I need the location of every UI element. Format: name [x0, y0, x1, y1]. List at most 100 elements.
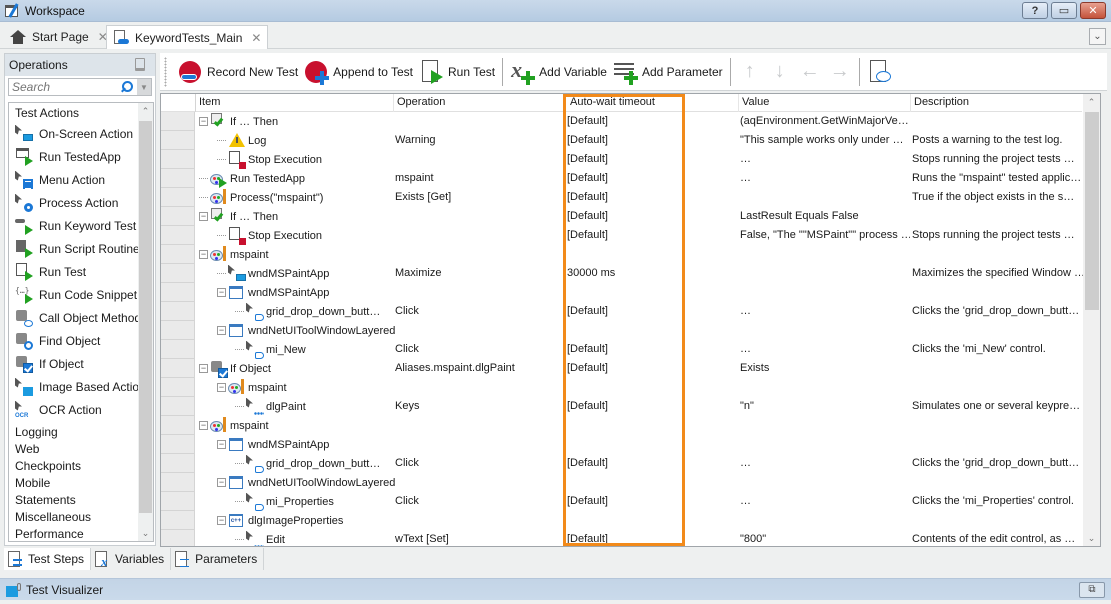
collapse-icon[interactable]: − [199, 212, 208, 221]
add-parameter-button[interactable]: Add Parameter [610, 57, 726, 87]
operation-cell[interactable] [395, 511, 560, 529]
auto-wait-timeout-cell[interactable]: 30000 ms [567, 264, 682, 282]
category-performance[interactable]: Performance [9, 525, 153, 541]
item-cell[interactable]: mi_Properties [235, 492, 334, 511]
operation-cell[interactable]: Click [395, 492, 560, 510]
operation-process-action[interactable]: Process Action [9, 191, 153, 214]
run-test-button[interactable]: Run Test [416, 57, 498, 87]
tab-keywordtests-main[interactable]: KeywordTests_Main ✕ [106, 25, 269, 49]
auto-wait-timeout-cell[interactable]: [Default] [567, 359, 682, 377]
table-row[interactable]: − mspaint [195, 245, 1082, 264]
tab-start-page[interactable]: Start Page ✕ [4, 25, 114, 49]
auto-wait-timeout-cell[interactable] [567, 321, 682, 339]
value-cell[interactable] [740, 188, 910, 206]
row-selector[interactable] [161, 207, 195, 226]
collapse-icon[interactable]: − [199, 117, 208, 126]
value-cell[interactable]: "This sample works only under … [740, 131, 910, 149]
auto-wait-timeout-cell[interactable]: [Default] [567, 226, 682, 244]
auto-wait-timeout-cell[interactable]: [Default] [567, 188, 682, 206]
description-cell[interactable]: Simulates one or several keypre… [912, 397, 1087, 415]
search-icon[interactable] [121, 81, 133, 93]
pin-icon[interactable] [135, 58, 145, 71]
row-selector[interactable] [161, 264, 195, 283]
row-selector[interactable] [161, 359, 195, 378]
value-cell[interactable] [740, 283, 910, 301]
value-cell[interactable] [740, 264, 910, 282]
operation-cell[interactable] [395, 112, 560, 130]
operation-run-testedapp[interactable]: Run TestedApp [9, 145, 153, 168]
add-variable-button[interactable]: x Add Variable [507, 57, 610, 87]
description-cell[interactable] [912, 321, 1087, 339]
table-row[interactable]: − wndMSPaintApp [195, 435, 1082, 454]
table-row[interactable]: grid_drop_down_butt… Click [Default]… Click… [195, 302, 1082, 321]
operation-cell[interactable] [395, 150, 560, 168]
table-row[interactable]: Process("mspaint") Exists [Get] [Default] T… [195, 188, 1082, 207]
move-left-icon[interactable]: ← [795, 60, 825, 83]
row-selector[interactable] [161, 416, 195, 435]
operation-on-screen-action[interactable]: On-Screen Action [9, 122, 153, 145]
value-cell[interactable]: LastResult Equals False [740, 207, 910, 225]
collapse-icon[interactable]: − [199, 250, 208, 259]
value-cell[interactable]: "n" [740, 397, 910, 415]
category-checkpoints[interactable]: Checkpoints [9, 457, 153, 474]
operation-if-object[interactable]: If Object [9, 352, 153, 375]
record-new-test-button[interactable]: Record New Test [175, 57, 301, 87]
tab-test-steps[interactable]: Test Steps [4, 548, 92, 570]
operation-run-script-routine[interactable]: Run Script Routine [9, 237, 153, 260]
item-cell[interactable]: Run TestedApp [199, 169, 305, 188]
auto-wait-timeout-cell[interactable]: [Default] [567, 131, 682, 149]
table-row[interactable]: − If Object Aliases.mspaint.dlgPaint [Defau… [195, 359, 1082, 378]
section-test-actions[interactable]: Test Actions [9, 103, 153, 122]
row-selector[interactable] [161, 188, 195, 207]
auto-wait-timeout-cell[interactable] [567, 283, 682, 301]
table-row[interactable]: − wndNetUIToolWindowLayered [195, 321, 1082, 340]
description-cell[interactable] [912, 511, 1087, 529]
item-cell[interactable]: − If … Then [199, 207, 278, 226]
value-cell[interactable]: Exists [740, 359, 910, 377]
description-cell[interactable] [912, 378, 1087, 396]
operation-image-based-action[interactable]: Image Based Action [9, 375, 153, 398]
value-cell[interactable] [740, 511, 910, 529]
value-cell[interactable] [740, 378, 910, 396]
description-cell[interactable]: True if the object exists in the s… [912, 188, 1087, 206]
description-cell[interactable] [912, 112, 1087, 130]
operation-cell[interactable]: Warning [395, 131, 560, 149]
scroll-up-icon[interactable]: ⌃ [1083, 94, 1100, 110]
table-row[interactable]: wndMSPaintApp Maximize 30000 ms Maximizes t… [195, 264, 1085, 283]
search-input[interactable] [9, 80, 119, 94]
item-cell[interactable]: − c++ dlgImageProperties [217, 511, 343, 530]
value-cell[interactable]: … [740, 492, 910, 510]
help-button[interactable]: ? [1022, 2, 1048, 19]
description-cell[interactable] [912, 473, 1087, 491]
auto-wait-timeout-cell[interactable]: [Default] [567, 150, 682, 168]
row-selector[interactable] [161, 378, 195, 397]
value-cell[interactable] [740, 321, 910, 339]
row-selector[interactable] [161, 112, 195, 131]
auto-wait-timeout-cell[interactable]: [Default] [567, 340, 682, 358]
item-cell[interactable]: − mspaint [199, 245, 269, 264]
tabs-dropdown-button[interactable]: ⌄ [1089, 28, 1106, 45]
collapse-icon[interactable]: − [217, 440, 226, 449]
operation-cell[interactable]: Exists [Get] [395, 188, 560, 206]
description-cell[interactable]: Maximizes the specified Window … [912, 264, 1087, 282]
auto-wait-timeout-cell[interactable] [567, 416, 682, 434]
auto-wait-timeout-cell[interactable]: [Default] [567, 112, 682, 130]
value-cell[interactable]: "800" [740, 530, 910, 546]
description-cell[interactable] [912, 435, 1087, 453]
operation-menu-action[interactable]: Menu Action [9, 168, 153, 191]
row-selector[interactable] [161, 283, 195, 302]
operation-cell[interactable] [395, 416, 560, 434]
operation-ocr-action[interactable]: OCR OCR Action [9, 398, 153, 421]
table-row[interactable]: − If … Then [Default] LastResult Equals Fal… [195, 207, 1082, 226]
item-cell[interactable]: Stop Execution [217, 150, 322, 169]
table-row[interactable]: Run TestedApp mspaint [Default]… Runs the "… [195, 169, 1082, 188]
collapse-icon[interactable]: − [217, 326, 226, 335]
table-row[interactable]: grid_drop_down_butt… Click [Default]… Click… [195, 454, 1082, 473]
auto-wait-timeout-cell[interactable]: [Default] [567, 492, 682, 510]
item-cell[interactable]: grid_drop_down_butt… [235, 454, 380, 473]
description-cell[interactable]: Runs the "mspaint" tested applic… [912, 169, 1087, 187]
item-cell[interactable]: − wndNetUIToolWindowLayered [217, 473, 395, 492]
operation-cell[interactable]: Maximize [395, 264, 560, 282]
search-dropdown-button[interactable]: ▼ [137, 79, 151, 95]
table-row[interactable]: mi_Properties Click [Default]… Clicks the '… [195, 492, 1082, 511]
